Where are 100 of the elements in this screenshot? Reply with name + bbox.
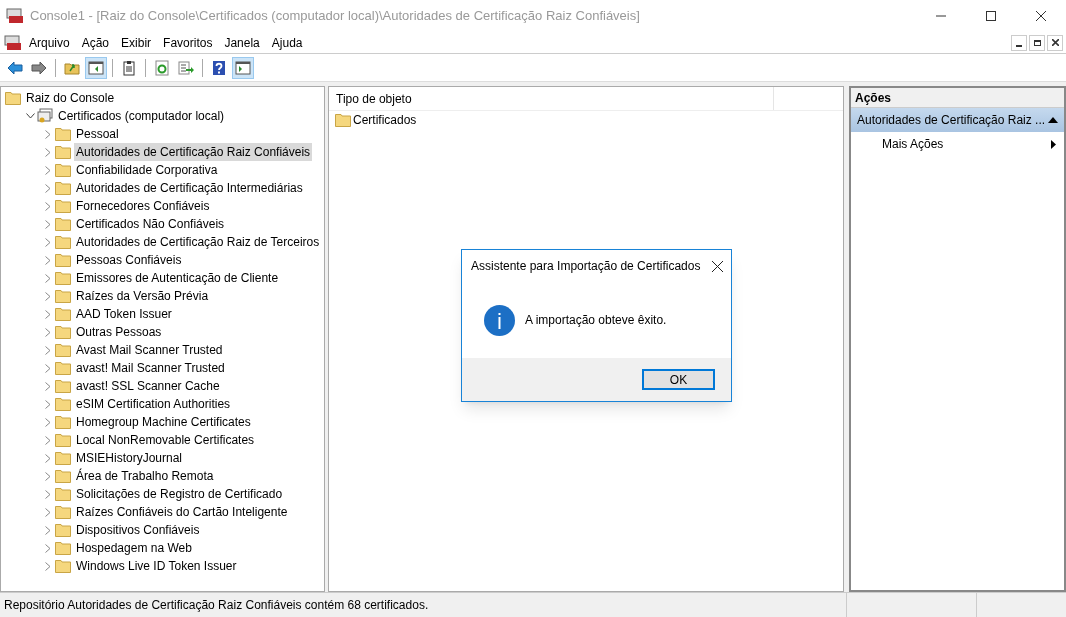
tree-item[interactable]: avast! Mail Scanner Trusted — [74, 359, 227, 377]
console-app-icon — [6, 8, 24, 24]
tree-item[interactable]: Confiabilidade Corporativa — [74, 161, 220, 179]
tree-item[interactable]: Autoridades de Certificação Raiz de Terceiros — [74, 233, 322, 251]
tree-item[interactable]: Hospedagem na Web — [74, 539, 194, 557]
tree-item[interactable]: Raízes da Versão Prévia — [74, 287, 211, 305]
collapsed-chevron-icon[interactable] — [45, 489, 51, 499]
minimize-child-button[interactable] — [1011, 34, 1027, 51]
folder-icon — [55, 451, 71, 465]
tree-pane-button[interactable] — [85, 56, 107, 79]
tree-item[interactable]: eSIM Certification Authorities — [74, 395, 233, 413]
collapsed-chevron-icon[interactable] — [45, 237, 51, 247]
collapsed-chevron-icon[interactable] — [45, 399, 51, 409]
folder-icon — [55, 343, 71, 357]
folder-icon — [55, 523, 71, 537]
collapsed-chevron-icon[interactable] — [45, 255, 51, 265]
folder-icon — [55, 505, 71, 519]
collapsed-chevron-icon[interactable] — [45, 309, 51, 319]
tree-item[interactable]: Pessoal — [74, 125, 121, 143]
restore-child-button[interactable] — [1029, 34, 1045, 51]
folder-icon — [335, 113, 351, 127]
tree-item[interactable]: Autoridades de Certificação Intermediárias — [74, 179, 305, 197]
tree-item[interactable]: avast! SSL Scanner Cache — [74, 377, 222, 395]
tree-item[interactable]: Área de Trabalho Remota — [74, 467, 216, 485]
close-icon[interactable] — [1036, 11, 1046, 21]
tree-item[interactable]: Outras Pessoas — [74, 323, 164, 341]
collapsed-chevron-icon[interactable] — [45, 129, 51, 139]
menu-item[interactable]: Arquivo — [23, 33, 76, 52]
console-app-icon — [4, 34, 22, 51]
ok-button[interactable]: OK — [642, 369, 715, 390]
tree-pane-icon — [88, 59, 104, 76]
collapsed-chevron-icon[interactable] — [45, 525, 51, 535]
close-icon — [1051, 39, 1059, 46]
collapsed-chevron-icon[interactable] — [45, 219, 51, 229]
folder-icon — [55, 289, 71, 303]
collapsed-chevron-icon[interactable] — [45, 543, 51, 553]
collapsed-chevron-icon[interactable] — [45, 435, 51, 445]
tree-item[interactable]: Local NonRemovable Certificates — [74, 431, 257, 449]
column-header[interactable]: Tipo de objeto — [329, 87, 774, 110]
tree-item[interactable]: Homegroup Machine Certificates — [74, 413, 253, 431]
tree-item[interactable]: Dispositivos Confiáveis — [74, 521, 202, 539]
export-list-icon — [178, 59, 194, 76]
collapsed-chevron-icon[interactable] — [45, 417, 51, 427]
tree-item[interactable]: Pessoas Confiáveis — [74, 251, 184, 269]
collapsed-chevron-icon[interactable] — [45, 561, 51, 571]
tree-item[interactable]: Solicitações de Registro de Certificado — [74, 485, 285, 503]
close-child-button[interactable] — [1047, 34, 1063, 51]
tree-item[interactable]: Raízes Confiáveis do Cartão Inteligente — [74, 503, 290, 521]
menu-item[interactable]: Exibir — [115, 33, 158, 52]
tree-item[interactable]: Fornecedores Confiáveis — [74, 197, 212, 215]
clipboard-icon — [121, 59, 137, 76]
tree-item[interactable]: Raiz do Console — [24, 89, 117, 107]
help-icon — [211, 59, 227, 76]
menu-item[interactable]: Janela — [218, 33, 266, 52]
tree-item[interactable]: Certificados (computador local) — [56, 107, 227, 125]
folder-icon — [55, 307, 71, 321]
folder-icon — [55, 379, 71, 393]
folder-icon — [55, 487, 71, 501]
collapsed-chevron-icon[interactable] — [45, 147, 51, 157]
collapsed-chevron-icon[interactable] — [45, 201, 51, 211]
action-pane-button[interactable] — [232, 56, 254, 79]
tree-item[interactable]: Avast Mail Scanner Trusted — [74, 341, 225, 359]
tree-item[interactable]: MSIEHistoryJournal — [74, 449, 185, 467]
collapsed-chevron-icon[interactable] — [45, 363, 51, 373]
info-icon — [484, 304, 515, 336]
collapsed-chevron-icon[interactable] — [45, 471, 51, 481]
menu-item[interactable]: Ação — [75, 33, 116, 52]
menu-item[interactable]: Favoritos — [157, 33, 219, 52]
collapsed-chevron-icon[interactable] — [45, 291, 51, 301]
collapsed-chevron-icon[interactable] — [45, 507, 51, 517]
expanded-chevron-icon[interactable] — [25, 113, 35, 119]
tree-item[interactable]: Emissores de Autenticação de Cliente — [74, 269, 281, 287]
menu-item[interactable]: Ajuda — [265, 33, 309, 52]
collapsed-chevron-icon[interactable] — [45, 327, 51, 337]
folder-icon — [5, 91, 21, 105]
tree-item[interactable]: AAD Token Issuer — [74, 305, 174, 323]
collapsed-chevron-icon[interactable] — [45, 183, 51, 193]
collapsed-chevron-icon[interactable] — [45, 345, 51, 355]
back-arrow-icon — [7, 59, 23, 76]
tree-item[interactable]: Autoridades de Certificação Raiz Confiáveis — [74, 143, 313, 161]
actions-header: Ações — [851, 88, 1064, 108]
folder-icon — [55, 433, 71, 447]
list-item[interactable]: Certificados — [353, 111, 417, 129]
folder-icon — [55, 361, 71, 375]
close-icon[interactable] — [712, 260, 723, 272]
refresh-icon — [154, 59, 170, 76]
collapsed-chevron-icon[interactable] — [45, 381, 51, 391]
folder-icon — [55, 271, 71, 285]
collapsed-chevron-icon[interactable] — [45, 165, 51, 175]
folder-icon — [55, 217, 71, 231]
folder-icon — [55, 415, 71, 429]
collapsed-chevron-icon[interactable] — [45, 273, 51, 283]
submenu-arrow-icon — [1051, 139, 1056, 149]
action-item[interactable]: Mais Ações — [851, 132, 1064, 156]
folder-icon — [55, 181, 71, 195]
actions-section-header[interactable]: Autoridades de Certificação Raiz ... — [851, 108, 1064, 132]
tree-item[interactable]: Certificados Não Confiáveis — [74, 215, 227, 233]
tree-item[interactable]: Windows Live ID Token Issuer — [74, 557, 239, 575]
collapsed-chevron-icon[interactable] — [45, 453, 51, 463]
maximize-icon[interactable] — [986, 11, 996, 21]
